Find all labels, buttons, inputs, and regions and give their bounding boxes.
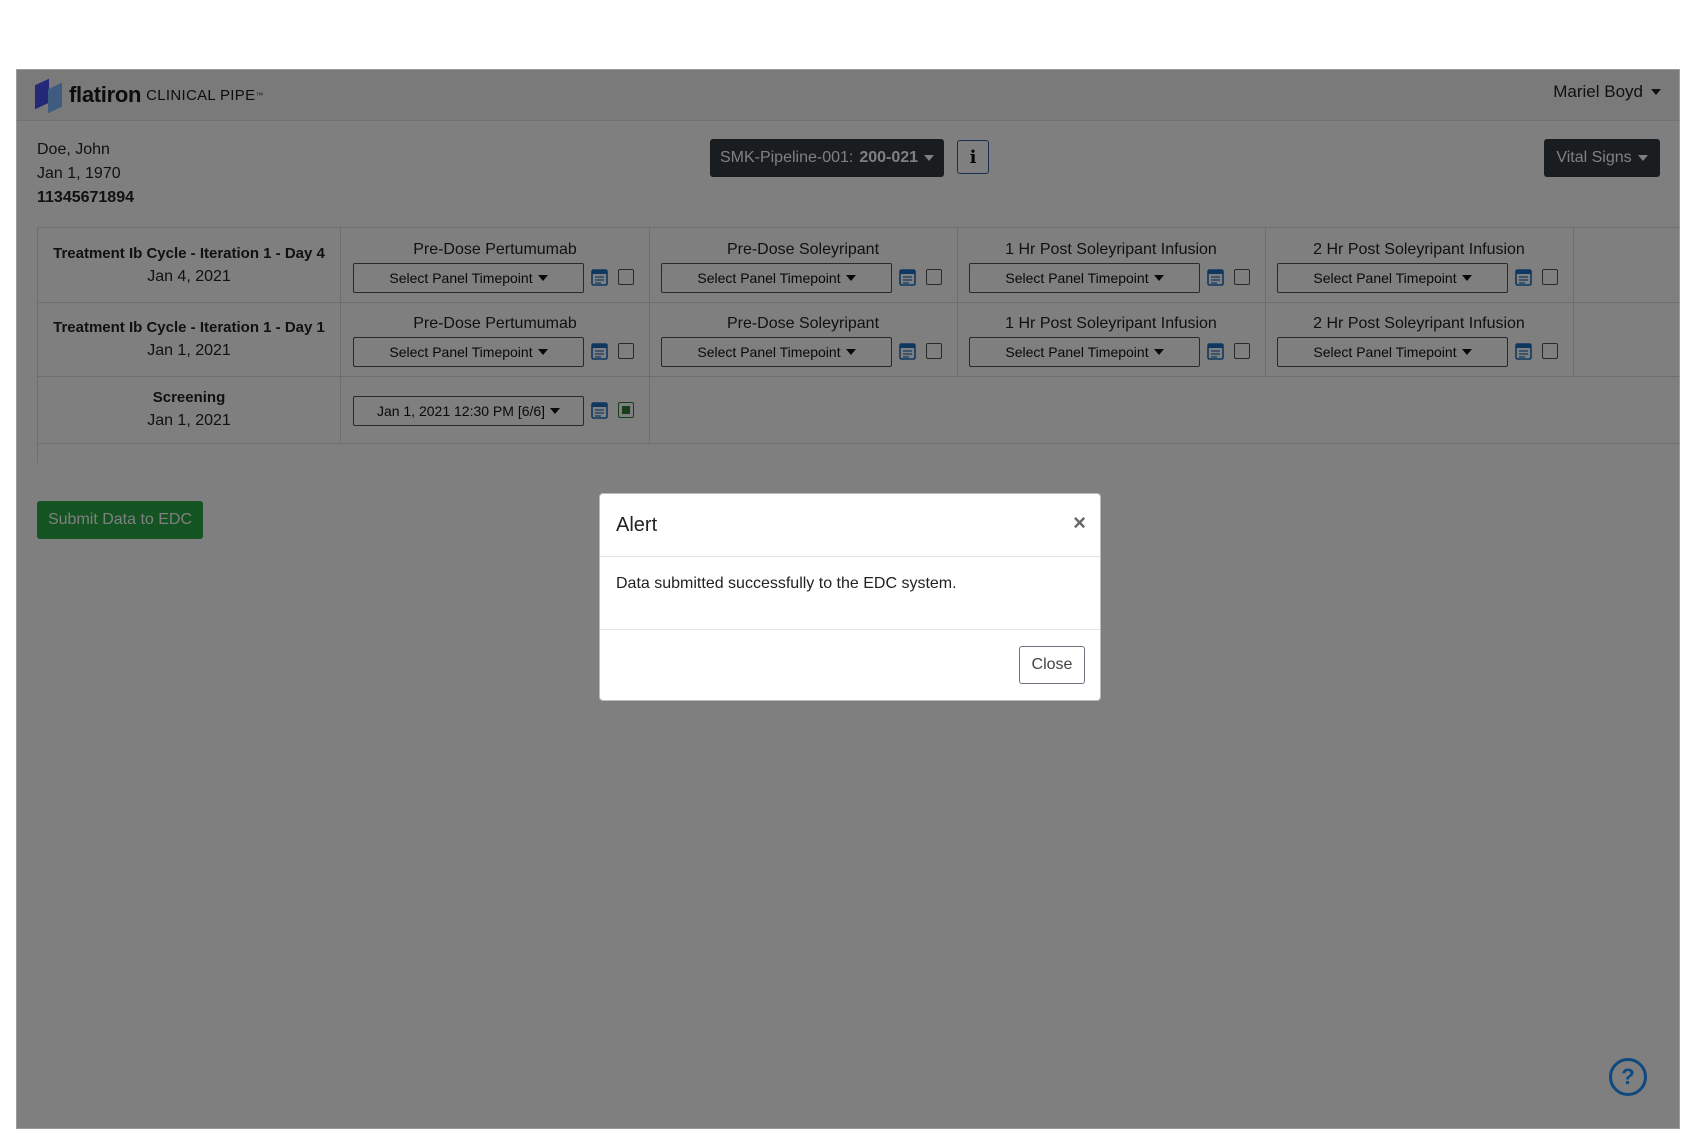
close-icon[interactable]: ×: [1073, 510, 1086, 536]
modal-body: Data submitted successfully to the EDC s…: [600, 557, 1100, 630]
app-window: flatiron CLINICAL PIPE ™ Mariel Boyd Doe…: [17, 70, 1679, 1128]
modal-title: Alert: [616, 514, 658, 536]
modal-close-button[interactable]: Close: [1019, 646, 1085, 684]
modal-message: Data submitted successfully to the EDC s…: [616, 575, 957, 592]
alert-modal: Alert × Data submitted successfully to t…: [599, 493, 1101, 701]
close-label: Close: [1031, 656, 1073, 673]
modal-footer: Close: [600, 630, 1100, 700]
modal-header: Alert ×: [600, 494, 1100, 557]
